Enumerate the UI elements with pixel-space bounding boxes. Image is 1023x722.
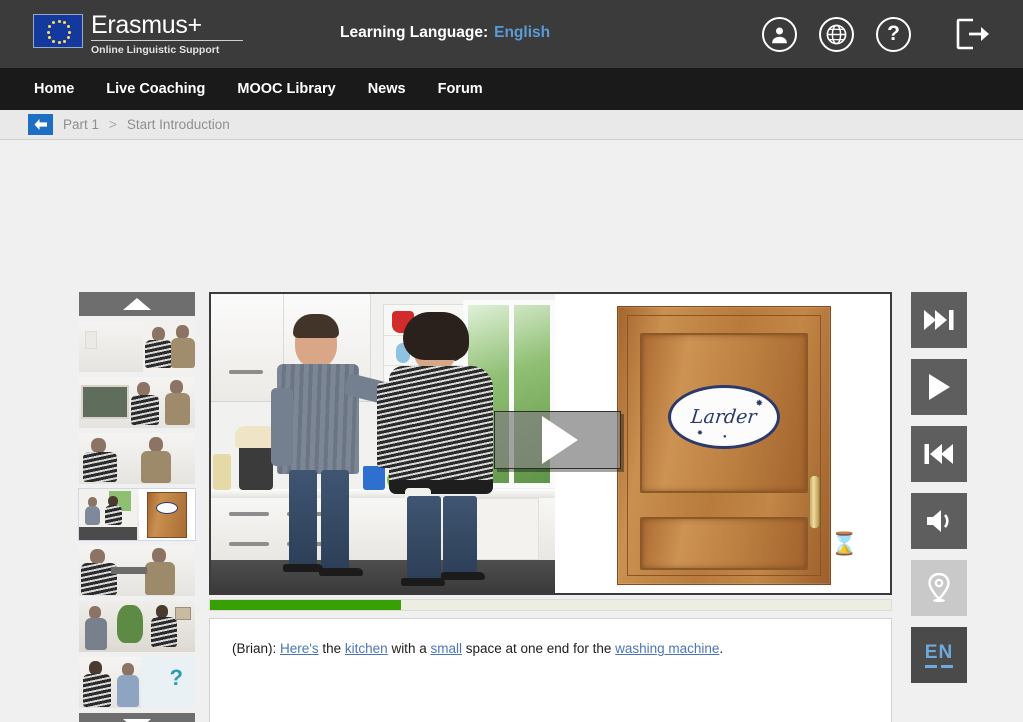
subtitle-speaker: (Brian): bbox=[232, 641, 277, 656]
subtitles-language-label: EN bbox=[924, 641, 954, 663]
breadcrumb-current: Start Introduction bbox=[126, 117, 230, 132]
back-arrow-icon[interactable] bbox=[28, 114, 53, 135]
thumbnail-2[interactable] bbox=[79, 377, 195, 428]
thumbnail-scroll-down-button[interactable] bbox=[79, 713, 195, 722]
hourglass-icon: ⌛ bbox=[830, 531, 858, 556]
learning-language-label: Learning Language: bbox=[340, 24, 489, 41]
subtitle-word-link[interactable]: small bbox=[430, 641, 462, 656]
door-handle bbox=[809, 475, 820, 529]
chevron-up-icon bbox=[123, 298, 151, 310]
nav-item-home[interactable]: Home bbox=[34, 81, 74, 97]
subtitle-word-link[interactable]: washing machine bbox=[615, 641, 719, 656]
subtitle-text: (Brian): Here's the kitchen with a small… bbox=[210, 619, 891, 679]
app-header: Erasmus+ Online Linguistic Support Learn… bbox=[0, 0, 1023, 68]
subtitle-segments: Here's the kitchen with a small space at… bbox=[280, 641, 723, 656]
breadcrumb: Part 1 > Start Introduction bbox=[0, 110, 1023, 140]
nav-item-mooc-library[interactable]: MOOC Library bbox=[237, 81, 335, 97]
thumbnail-1[interactable] bbox=[79, 321, 195, 372]
subtitle-word: . bbox=[719, 641, 724, 656]
header-icon-group: ? bbox=[762, 0, 991, 68]
help-icon-glyph: ? bbox=[887, 22, 900, 45]
breadcrumb-part[interactable]: Part 1 bbox=[63, 117, 99, 132]
logo-title: Erasmus+ bbox=[91, 11, 202, 39]
breadcrumb-separator: > bbox=[109, 117, 117, 132]
sign-star-icon-3: ● bbox=[723, 434, 727, 440]
subtitles-button[interactable]: EN bbox=[911, 627, 967, 683]
subtitle-word: with a bbox=[387, 641, 431, 656]
larder-sign: Larder ✸ ✸ ● bbox=[668, 385, 780, 449]
thumbnail-rail: ? bbox=[78, 292, 196, 722]
video-player[interactable]: Larder ✸ ✸ ● ⌛ bbox=[209, 292, 892, 595]
subtitle-word-link[interactable]: kitchen bbox=[345, 641, 388, 656]
help-icon[interactable]: ? bbox=[876, 16, 911, 52]
nav-item-live-coaching[interactable]: Live Coaching bbox=[106, 81, 205, 97]
learning-language: Learning Language: English bbox=[340, 24, 550, 42]
erasmus-logo: Erasmus+ Online Linguistic Support bbox=[33, 12, 243, 56]
location-button bbox=[911, 560, 967, 616]
thumbnail-7[interactable]: ? bbox=[79, 657, 195, 708]
thumbnail-5[interactable] bbox=[79, 545, 195, 596]
video-progress-fill bbox=[210, 600, 401, 610]
volume-button[interactable] bbox=[911, 493, 967, 549]
video-play-overlay-button[interactable] bbox=[494, 411, 621, 469]
skip-forward-button[interactable] bbox=[911, 292, 967, 348]
play-button[interactable] bbox=[911, 359, 967, 415]
rewind-button[interactable] bbox=[911, 426, 967, 482]
sign-star-icon-1: ✸ bbox=[755, 398, 763, 408]
player-controls: EN bbox=[911, 292, 967, 694]
thumbnail-3[interactable] bbox=[79, 433, 195, 484]
video-character-right bbox=[377, 312, 509, 586]
subtitle-icon bbox=[925, 664, 953, 668]
learning-language-value: English bbox=[494, 24, 551, 41]
video-character-left bbox=[271, 314, 409, 578]
thumbnail-6[interactable] bbox=[79, 601, 195, 652]
subtitle-panel: (Brian): Here's the kitchen with a small… bbox=[209, 618, 892, 722]
logout-icon[interactable] bbox=[955, 17, 991, 51]
nav-item-news[interactable]: News bbox=[368, 81, 406, 97]
logo-divider bbox=[91, 40, 243, 41]
thumbnail-4-selected[interactable] bbox=[78, 488, 196, 541]
subtitle-word-link[interactable]: Here's bbox=[280, 641, 319, 656]
subtitle-word: space at one end for the bbox=[461, 641, 616, 656]
larder-sign-text: Larder bbox=[690, 406, 758, 428]
nav-item-forum[interactable]: Forum bbox=[438, 81, 483, 97]
logo-subtitle: Online Linguistic Support bbox=[91, 44, 220, 56]
thumbnail-scroll-up-button[interactable] bbox=[79, 292, 195, 316]
eu-flag-icon bbox=[33, 14, 83, 48]
sign-star-icon-2: ✸ bbox=[697, 430, 703, 437]
larder-door: Larder ✸ ✸ ● bbox=[617, 306, 831, 585]
lesson-stage: ? Larder ✸ ✸ ● ⌛ (Brian): Here's the kit… bbox=[0, 140, 1023, 722]
user-account-icon[interactable] bbox=[762, 16, 797, 52]
globe-language-icon[interactable] bbox=[819, 16, 854, 52]
video-progress-bar[interactable] bbox=[209, 599, 892, 611]
play-icon bbox=[541, 416, 578, 464]
main-navigation: Home Live Coaching MOOC Library News For… bbox=[0, 68, 1023, 110]
subtitle-word: the bbox=[318, 641, 345, 656]
